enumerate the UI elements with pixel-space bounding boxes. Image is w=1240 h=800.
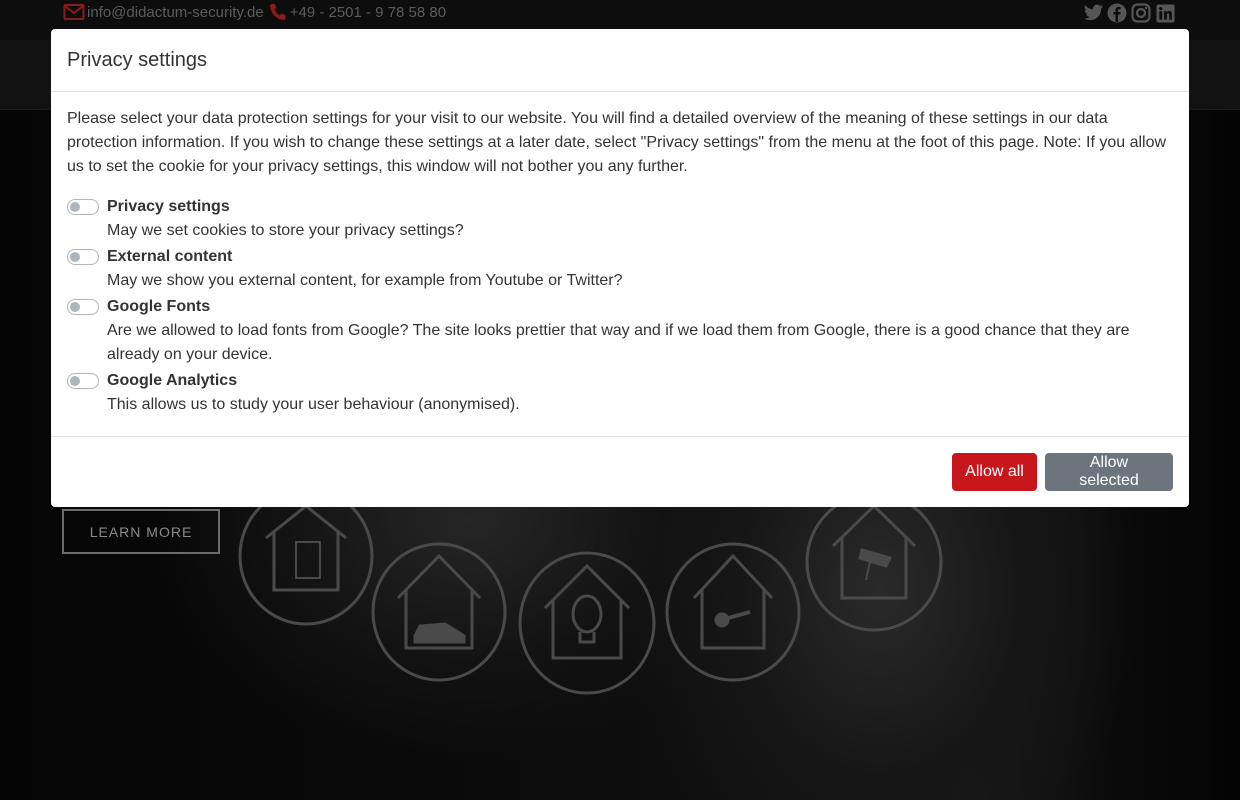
toggle-knob (70, 302, 80, 312)
option-google-analytics: Google Analytics This allows us to study… (67, 369, 1173, 417)
privacy-settings-toggle[interactable] (67, 199, 99, 215)
dialog-footer: Allow all Allow selected (51, 436, 1189, 507)
option-description: May we set cookies to store your privacy… (107, 222, 464, 239)
option-title: Google Fonts (107, 298, 211, 315)
option-google-fonts: Google Fonts Are we allowed to load font… (67, 295, 1173, 367)
option-title: Privacy settings (107, 198, 230, 215)
toggle-knob (70, 202, 80, 212)
option-description: Are we allowed to load fonts from Google… (107, 322, 1130, 363)
toggle-knob (70, 252, 80, 262)
dialog-body: Please select your data protection setti… (51, 92, 1189, 417)
option-title: External content (107, 248, 233, 265)
external-content-toggle[interactable] (67, 249, 99, 265)
dialog-intro-text: Please select your data protection setti… (67, 110, 1167, 175)
page: info@didactum-security.de +49 - 2501 - 9… (0, 0, 1240, 800)
google-analytics-toggle[interactable] (67, 373, 99, 389)
option-title: Google Analytics (107, 372, 238, 389)
option-description: May we show you external content, for ex… (107, 272, 623, 289)
option-external-content: External content May we show you externa… (67, 245, 1173, 293)
toggle-knob (70, 376, 80, 386)
google-fonts-toggle[interactable] (67, 299, 99, 315)
option-description: This allows us to study your user behavi… (107, 396, 520, 413)
dialog-title: Privacy settings (67, 49, 208, 71)
option-privacy-settings: Privacy settings May we set cookies to s… (67, 195, 1173, 243)
allow-selected-button[interactable]: Allow selected (1045, 453, 1173, 491)
allow-all-button[interactable]: Allow all (952, 453, 1037, 491)
dialog-header: Privacy settings (51, 29, 1189, 92)
privacy-settings-dialog: Privacy settings Please select your data… (51, 29, 1189, 507)
